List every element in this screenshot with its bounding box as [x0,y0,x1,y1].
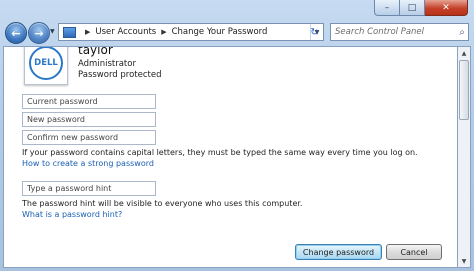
minimize-icon: – [384,2,390,13]
scroll-up-icon[interactable]: ▲ [458,47,470,59]
breadcrumb-separator-icon[interactable]: ▶ [161,28,166,36]
current-password-field[interactable] [22,94,156,109]
breadcrumb-user-accounts[interactable]: User Accounts [95,27,156,37]
search-box[interactable]: ⌕ [330,23,469,41]
forward-button[interactable]: → [28,22,50,44]
maximize-button[interactable]: □ [400,0,425,16]
control-panel-icon [63,26,76,38]
back-button[interactable]: ← [5,22,27,44]
strong-password-link[interactable]: How to create a strong password [22,159,154,168]
recent-pages-dropdown[interactable]: ▼ [50,28,55,35]
user-status: Password protected [78,70,162,80]
content-pane: DELL taylor Administrator Password prote… [3,46,458,268]
user-name: taylor [78,46,113,57]
new-password-field[interactable] [22,112,156,127]
hint-note: The password hint will be visible to eve… [22,199,303,208]
refresh-button[interactable]: ↻ [306,24,323,40]
breadcrumb-change-password[interactable]: Change Your Password [172,27,268,37]
caps-note: If your password contains capital letter… [22,148,418,157]
forward-arrow-icon: → [34,26,44,40]
scroll-thumb[interactable] [459,60,469,120]
maximize-icon: □ [407,2,417,13]
user-role: Administrator [78,59,136,69]
password-hint-field[interactable] [22,181,156,196]
cancel-button[interactable]: Cancel [386,244,442,260]
chevron-down-icon: ▼ [50,28,55,35]
caption-buttons: – □ ✕ [374,0,468,16]
minimize-button[interactable]: – [374,0,400,16]
avatar: DELL [24,47,68,85]
back-arrow-icon: ← [11,26,21,40]
close-icon: ✕ [442,2,450,13]
change-password-button[interactable]: Change password [295,244,382,260]
search-input[interactable] [331,25,455,39]
vertical-scrollbar[interactable]: ▲ ▼ [458,46,471,268]
refresh-icon: ↻ [310,26,319,38]
address-bar[interactable]: ▶ User Accounts ▶ Change Your Password ▼ [58,23,324,41]
close-button[interactable]: ✕ [425,0,468,16]
scroll-down-icon[interactable]: ▼ [458,255,470,267]
password-hint-link[interactable]: What is a password hint? [22,210,122,219]
confirm-password-field[interactable] [22,130,156,145]
search-icon[interactable]: ⌕ [459,27,465,38]
breadcrumb-separator-icon[interactable]: ▶ [85,28,90,36]
dell-logo: DELL [29,47,63,80]
